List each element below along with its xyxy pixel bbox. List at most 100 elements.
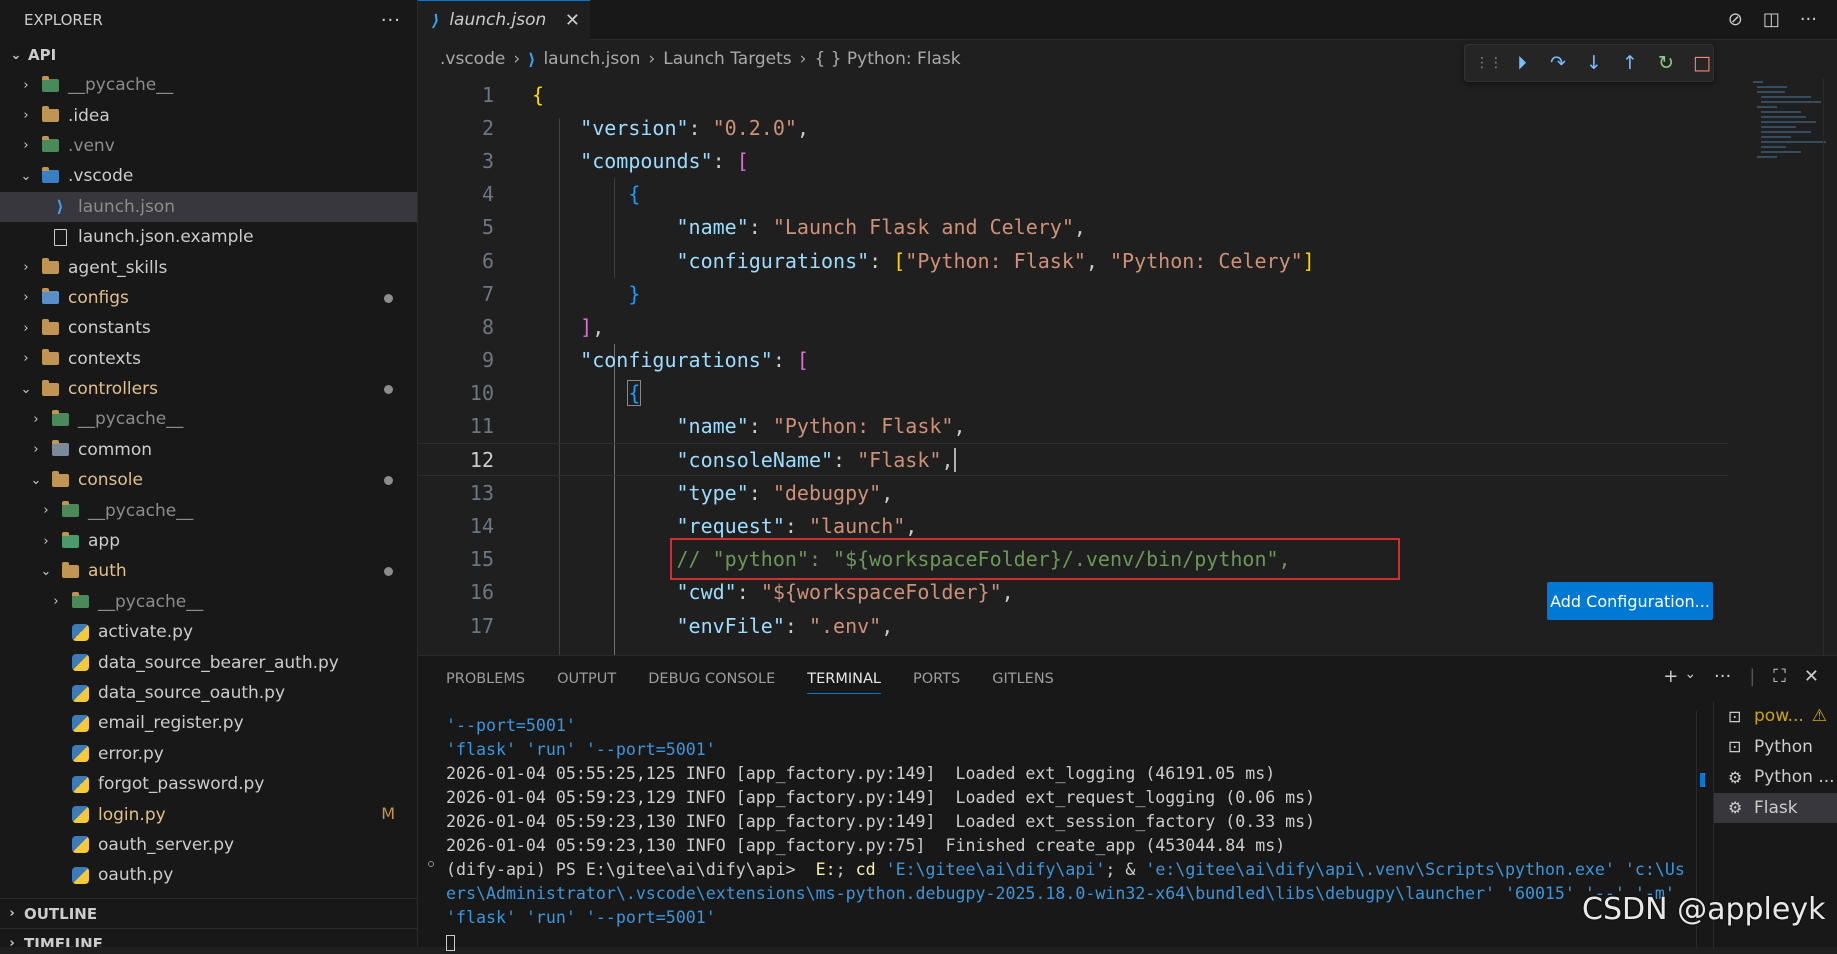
modified-dot-icon xyxy=(384,384,393,394)
tree-item[interactable]: ⌄ controllers xyxy=(0,374,417,404)
tree-item[interactable]: data_source_oauth.py xyxy=(0,678,417,708)
tree-item-label: activate.py xyxy=(98,622,194,643)
step-over-icon[interactable]: ↷ xyxy=(1547,52,1569,74)
workspace-root[interactable]: ⌄ API xyxy=(0,40,417,70)
breadcrumb-item[interactable]: launch.json xyxy=(543,49,640,69)
tab-gitlens[interactable]: GITLENS xyxy=(992,671,1054,687)
tree-item[interactable]: oauth.py xyxy=(0,860,417,890)
terminal-icon: ⊡ xyxy=(1728,737,1742,757)
chevron-down-icon[interactable]: ⌄ xyxy=(1684,666,1696,687)
tree-item[interactable]: › common xyxy=(0,435,417,465)
folder-icon xyxy=(38,258,62,278)
tree-item-label: forgot_password.py xyxy=(98,774,265,795)
outline-section[interactable]: › OUTLINE xyxy=(0,898,417,928)
file-tree: › __pycache__ › .idea › .venv ⌄ .vscode ⟩ launch.… xyxy=(0,70,417,891)
more-actions-icon[interactable]: ··· xyxy=(381,10,401,31)
editor-scrollbar[interactable] xyxy=(1823,78,1837,655)
breadcrumb-item[interactable]: .vscode xyxy=(440,49,505,69)
tree-item-label: configs xyxy=(68,287,129,308)
tree-item[interactable]: oauth_server.py xyxy=(0,830,417,860)
tree-item[interactable]: launch.json.example xyxy=(0,222,417,252)
tree-item-label: contexts xyxy=(68,348,141,369)
tree-item[interactable]: › .idea xyxy=(0,100,417,130)
chevron-right-icon: › xyxy=(23,320,29,336)
chevron-down-icon: ⌄ xyxy=(30,472,42,488)
tree-item[interactable]: › __pycache__ xyxy=(0,495,417,525)
more-actions-icon[interactable]: ··· xyxy=(1714,666,1731,687)
tree-item[interactable]: › __pycache__ xyxy=(0,404,417,434)
warning-icon: ⚠ xyxy=(1811,706,1827,727)
eye-off-icon[interactable]: ⊘ xyxy=(1728,9,1743,30)
drag-handle-icon[interactable]: ⋮⋮ xyxy=(1475,55,1503,71)
terminal-item[interactable]: ⊡ pow... ⚠ xyxy=(1714,701,1837,732)
step-into-icon[interactable]: ↓ xyxy=(1583,52,1605,74)
tree-item[interactable]: › constants xyxy=(0,313,417,343)
tree-item[interactable]: › __pycache__ xyxy=(0,587,417,617)
more-actions-icon[interactable]: ··· xyxy=(1800,9,1817,30)
close-panel-icon[interactable]: ✕ xyxy=(1804,666,1819,687)
breadcrumb-item[interactable]: { } Python: Flask xyxy=(814,49,960,69)
tree-item[interactable]: error.py xyxy=(0,739,417,769)
code-view[interactable]: 1 { 2 "version": "0.2.0", 3 "compounds": … xyxy=(418,78,1728,655)
tree-item-label: __pycache__ xyxy=(78,409,184,430)
line-number: 15 xyxy=(469,547,494,572)
continue-icon[interactable]: ⏵ xyxy=(1511,52,1533,74)
tab-output[interactable]: OUTPUT xyxy=(557,671,616,687)
tree-item[interactable]: ⌄ .vscode xyxy=(0,161,417,191)
split-editor-icon[interactable]: ◫ xyxy=(1763,9,1780,30)
tree-item[interactable]: › .venv xyxy=(0,131,417,161)
tree-item-label: .idea xyxy=(68,105,110,126)
step-out-icon[interactable]: ↑ xyxy=(1619,52,1641,74)
code-line: ], xyxy=(580,314,605,339)
tree-item[interactable]: ⌄ console xyxy=(0,465,417,495)
tree-item-label: auth xyxy=(88,561,127,582)
close-icon[interactable]: ✕ xyxy=(565,10,580,31)
line-number: 3 xyxy=(481,148,494,173)
terminal-item[interactable]: ⚙ Flask xyxy=(1714,792,1837,823)
tree-item-label: app xyxy=(88,531,120,552)
chevron-down-icon: ⌄ xyxy=(40,563,52,579)
restart-icon[interactable]: ↻ xyxy=(1655,52,1677,74)
tree-item[interactable]: ⟩ launch.json xyxy=(0,191,417,222)
tree-item-label: __pycache__ xyxy=(68,75,174,96)
new-terminal-icon[interactable]: + xyxy=(1663,666,1678,687)
python-folder-icon xyxy=(68,592,92,612)
tab-launch-json[interactable]: ⟩ launch.json ✕ xyxy=(418,0,590,40)
terminal-item[interactable]: ⚙ Python ... xyxy=(1714,762,1837,793)
tree-item[interactable]: ⌄ auth xyxy=(0,556,417,586)
tree-item[interactable]: data_source_bearer_auth.py xyxy=(0,647,417,677)
chevron-right-icon: › xyxy=(43,533,49,549)
tree-item[interactable]: › __pycache__ xyxy=(0,70,417,100)
maximize-panel-icon[interactable]: ⛶ xyxy=(1773,666,1786,687)
tree-item[interactable]: activate.py xyxy=(0,617,417,647)
breadcrumb-item[interactable]: Launch Targets xyxy=(663,49,791,69)
tab-ports[interactable]: PORTS xyxy=(913,671,960,687)
tree-item-label: __pycache__ xyxy=(88,500,194,521)
timeline-label: TIMELINE xyxy=(24,934,103,948)
tree-item[interactable]: › agent_skills xyxy=(0,252,417,282)
controllers-folder-icon xyxy=(38,379,62,399)
tab-debug-console[interactable]: DEBUG CONSOLE xyxy=(648,671,775,687)
tree-item[interactable]: › configs xyxy=(0,283,417,313)
tree-item[interactable]: forgot_password.py xyxy=(0,769,417,799)
chevron-right-icon: › xyxy=(9,936,15,947)
tree-item[interactable]: › contexts xyxy=(0,344,417,374)
tree-item[interactable]: email_register.py xyxy=(0,708,417,738)
stop-icon[interactable]: □ xyxy=(1691,52,1713,74)
command-decoration-icon[interactable] xyxy=(428,861,434,867)
highlight-annotation-box xyxy=(670,538,1400,580)
console-folder-icon xyxy=(48,470,72,490)
tab-problems[interactable]: PROBLEMS xyxy=(446,671,525,687)
terminal-item[interactable]: ⊡ Python xyxy=(1714,732,1837,763)
line-number: 5 xyxy=(481,215,494,240)
timeline-section[interactable]: › TIMELINE xyxy=(0,928,417,948)
tab-terminal[interactable]: TERMINAL xyxy=(807,671,881,694)
line-number: 8 xyxy=(481,314,494,339)
chevron-down-icon: ⌄ xyxy=(20,168,32,184)
code-line: "compounds": [ xyxy=(580,148,749,173)
tree-item-label: constants xyxy=(68,318,151,339)
tree-item[interactable]: login.py M xyxy=(0,799,417,829)
add-configuration-button[interactable]: Add Configuration... xyxy=(1547,582,1713,620)
tree-item[interactable]: › app xyxy=(0,526,417,556)
terminal-label: Flask xyxy=(1754,797,1798,818)
